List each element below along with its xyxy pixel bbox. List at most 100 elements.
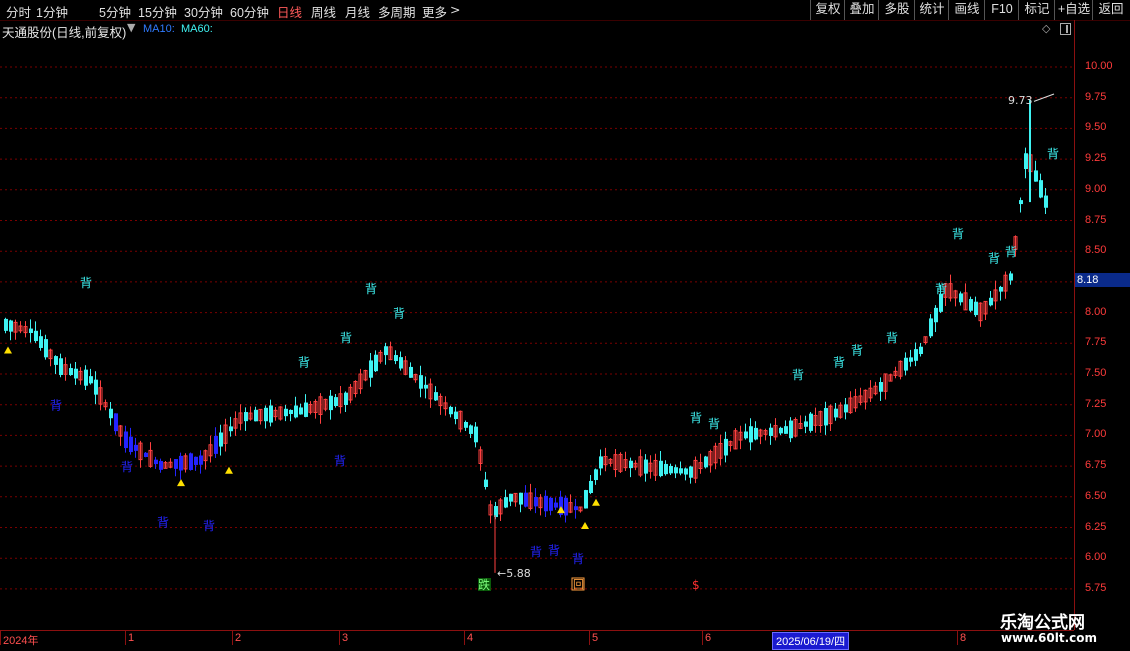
candlestick-chart[interactable]: 9.73←5.88背 背背背背背 背背背背背背背 背背背背背背 背背背 背背跌回 $ [0,38,1074,630]
mark-button[interactable]: 标记 [1018,0,1055,20]
overlay-button[interactable]: 叠加 [844,0,879,20]
period-tab-monthly[interactable]: 月线 [345,2,370,21]
candle-body [174,459,178,469]
price-axis [1074,20,1130,630]
candle-body [519,492,523,505]
candle-body [1039,180,1043,198]
period-tab-weekly[interactable]: 周线 [311,2,336,21]
candle-body [154,459,158,465]
draw-line-button[interactable]: 画线 [948,0,985,20]
candle-body [144,452,148,457]
candle-body [134,444,138,451]
dropdown-triangle-icon[interactable]: ▼ [127,21,135,34]
period-tab-daily[interactable]: 日线 [277,2,302,21]
event-marker-dollar: $ [692,578,700,592]
price-tick-label: 7.25 [1085,397,1107,410]
ma10-label: MA10: [143,23,175,35]
candle-body [804,421,808,427]
candle-body [1034,170,1038,182]
add-favorite-button[interactable]: +自选 [1054,0,1093,20]
candle-body [334,397,338,407]
divergence-signal: 背 [365,282,377,296]
candle-body [449,406,453,415]
divergence-signal: 背 [80,276,92,290]
candle-body [214,435,218,454]
candle-body [989,297,993,306]
price-tick-label: 9.75 [1085,90,1107,103]
candle-body [974,301,978,316]
candle-body [524,492,528,507]
divergence-signal: 背 [340,331,352,345]
candle-body [919,346,923,355]
candle-body [419,375,423,389]
period-tab-60min[interactable]: 60分钟 [230,2,269,21]
candle-body [89,376,93,384]
candle-body [284,408,288,417]
candle-body [584,490,588,509]
candle-body [594,469,598,481]
candle-body [534,497,538,507]
divergence-signal: 背 [792,368,804,382]
candle-body [629,460,633,469]
price-tick-label: 6.50 [1085,489,1107,502]
candle-body [664,463,668,475]
divergence-signal: 背 [1047,147,1059,161]
period-tab-timeshare[interactable]: 分时 [6,2,31,21]
date-label: 4 [467,632,474,644]
period-tab-1min[interactable]: 1分钟 [36,2,68,21]
candle-body [689,466,693,478]
candle-body [4,318,8,331]
candle-body [69,368,73,376]
candle-body [244,412,248,422]
candle-body [129,436,133,453]
chart-header: 天通股份(日线,前复权) ▼ MA10: MA60: ◇ [0,20,1074,40]
divergence-signal: 背 [548,544,560,558]
candle-body [54,356,58,365]
date-label: 1 [128,632,135,644]
panel-toggle-icon[interactable] [1060,23,1071,35]
candle-body [264,407,268,422]
period-tab-5min[interactable]: 5分钟 [99,2,131,21]
candle-body [304,402,308,417]
candle-body [254,409,258,422]
period-tab-more[interactable]: 更多 [422,2,447,21]
candle-body [574,506,578,511]
candle-body [469,425,473,434]
candle-body [59,358,63,375]
period-tab-30min[interactable]: 30分钟 [184,2,223,21]
candle-body [39,336,43,348]
buy-triangle-icon [177,479,185,487]
divergence-signal: 背 [50,399,62,413]
diamond-icon[interactable]: ◇ [1042,22,1050,35]
candle-body [484,479,488,487]
candle-body [114,413,118,432]
candle-body [969,299,973,311]
divergence-signal: 背 [708,417,720,431]
candle-body [844,404,848,413]
candle-body [329,395,333,411]
price-tick-label: 8.00 [1085,305,1107,318]
candle-body [834,408,838,418]
candle-body [1019,200,1023,205]
statistics-button[interactable]: 统计 [914,0,949,20]
candle-body [194,456,198,465]
candle-body [179,455,183,471]
divergence-signal: 背 [952,227,964,241]
candle-body [929,318,933,337]
price-tick-label: 5.75 [1085,581,1107,594]
period-tab-multi[interactable]: 多周期 [378,2,416,21]
candle-body [999,286,1003,292]
price-tick-label: 9.25 [1085,152,1107,165]
multi-stock-button[interactable]: 多股 [878,0,915,20]
price-tick-label: 8.50 [1085,244,1107,257]
date-axis: 2024年 1 2 3 4 5 6 2025/06/19/四 8 [0,630,1074,651]
buy-triangle-icon [225,466,233,474]
candle-body [779,427,783,434]
chevron-right-icon[interactable]: > [450,2,460,17]
adjust-button[interactable]: 复权 [810,0,845,20]
date-label: 8 [960,632,967,644]
candle-body [84,369,88,386]
f10-button[interactable]: F10 [984,0,1019,20]
period-tab-15min[interactable]: 15分钟 [138,2,177,21]
back-button[interactable]: 返回 [1092,0,1129,20]
